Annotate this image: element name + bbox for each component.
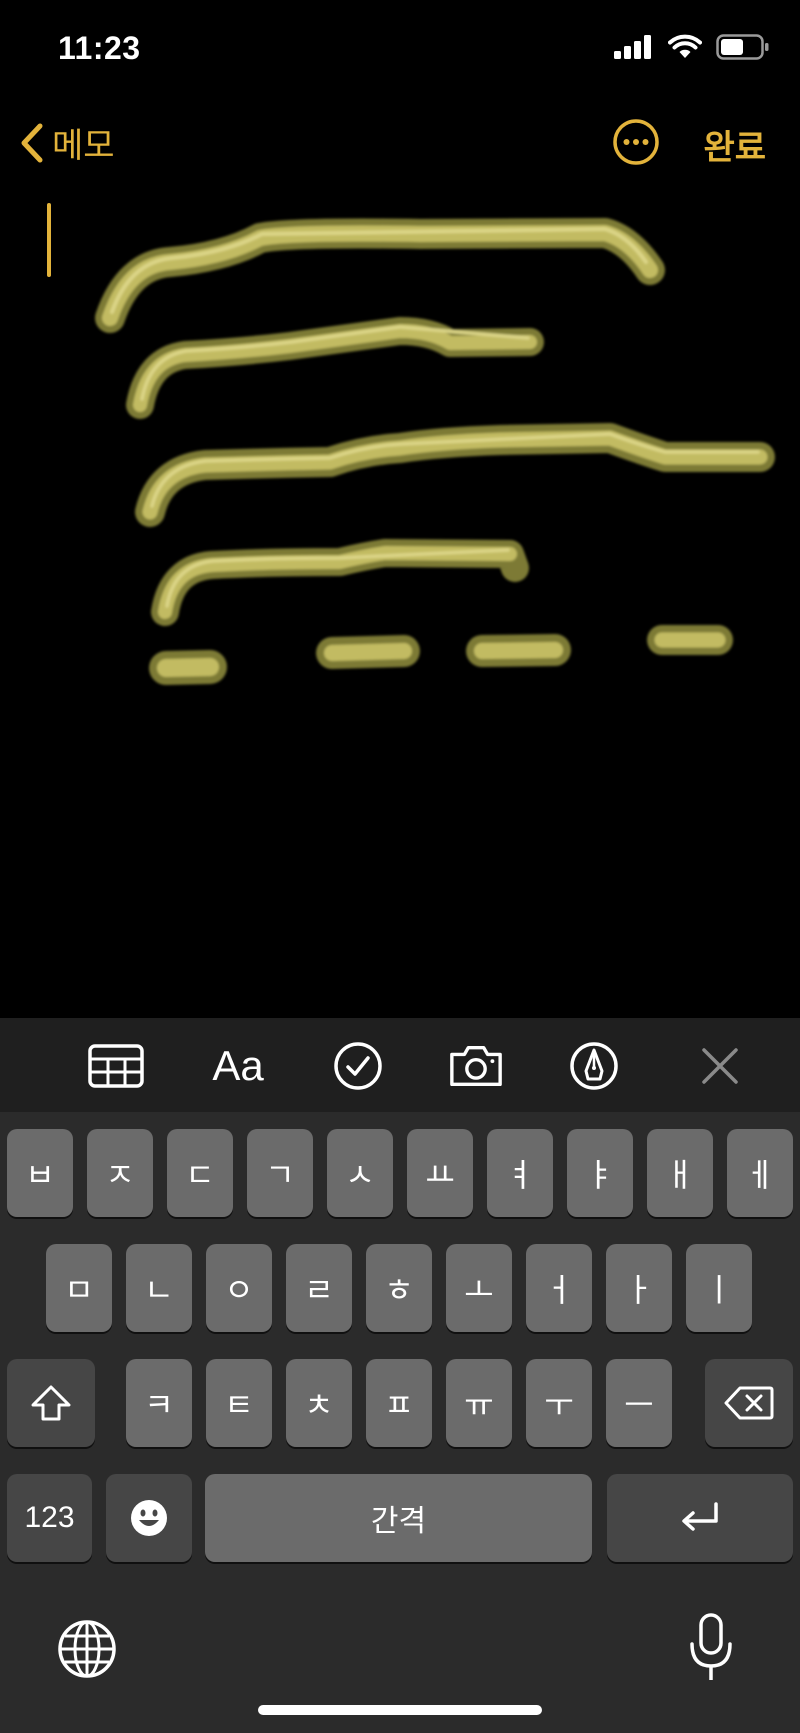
key-yo[interactable]: ㅛ	[407, 1129, 473, 1217]
microphone-icon	[690, 1613, 732, 1680]
table-icon	[88, 1044, 144, 1088]
backspace-icon	[724, 1386, 774, 1420]
key-p[interactable]: ㅍ	[366, 1359, 432, 1447]
return-arrow-icon	[682, 1502, 718, 1531]
return-key[interactable]	[607, 1474, 793, 1562]
key-eu[interactable]: ㅡ	[606, 1359, 672, 1447]
numbers-key-label: 123	[24, 1501, 75, 1534]
checklist-button[interactable]	[330, 1038, 386, 1094]
markup-button[interactable]	[566, 1038, 622, 1094]
checkmark-circle-icon	[334, 1042, 382, 1090]
key-h[interactable]: ㅎ	[366, 1244, 432, 1332]
emoji-key[interactable]	[106, 1474, 192, 1562]
home-indicator[interactable]	[258, 1705, 542, 1715]
space-key[interactable]: 간격	[205, 1474, 592, 1562]
camera-button[interactable]	[448, 1038, 504, 1094]
key-m[interactable]: ㅁ	[46, 1244, 112, 1332]
key-i[interactable]: ㅣ	[686, 1244, 752, 1332]
table-button[interactable]	[88, 1038, 144, 1094]
key-e[interactable]: ㅔ	[727, 1129, 793, 1217]
key-g[interactable]: ㄱ	[247, 1129, 313, 1217]
key-ch[interactable]: ㅊ	[286, 1359, 352, 1447]
key-d[interactable]: ㄷ	[167, 1129, 233, 1217]
camera-icon	[450, 1045, 502, 1087]
key-eo[interactable]: ㅓ	[526, 1244, 592, 1332]
key-a[interactable]: ㅏ	[606, 1244, 672, 1332]
stroke-line-1	[95, 218, 665, 333]
stroke-line-4	[151, 539, 529, 626]
key-j[interactable]: ㅈ	[87, 1129, 153, 1217]
key-t[interactable]: ㅌ	[206, 1359, 272, 1447]
key-o[interactable]: ㅗ	[446, 1244, 512, 1332]
emoji-icon	[131, 1500, 167, 1536]
pen-tip-circle-icon	[570, 1042, 618, 1090]
key-yu[interactable]: ㅠ	[446, 1359, 512, 1447]
key-k[interactable]: ㅋ	[126, 1359, 192, 1447]
key-yeo[interactable]: ㅕ	[487, 1129, 553, 1217]
format-button[interactable]: Aa	[210, 1038, 266, 1094]
format-label: Aa	[212, 1042, 264, 1089]
key-b[interactable]: ㅂ	[7, 1129, 73, 1217]
close-toolbar-button[interactable]	[692, 1038, 748, 1094]
numbers-key[interactable]: 123	[7, 1474, 92, 1562]
key-u[interactable]: ㅜ	[526, 1359, 592, 1447]
delete-key[interactable]	[705, 1359, 793, 1447]
stroke-dashes	[149, 625, 733, 685]
shift-key[interactable]	[7, 1359, 95, 1447]
stroke-line-2	[126, 317, 544, 419]
space-key-label: 간격	[370, 1505, 427, 1538]
close-icon	[702, 1048, 738, 1084]
key-n[interactable]: ㄴ	[126, 1244, 192, 1332]
key-ae[interactable]: ㅐ	[647, 1129, 713, 1217]
shift-arrow-icon	[31, 1385, 71, 1421]
dictation-button[interactable]	[686, 1612, 736, 1684]
key-s[interactable]: ㅅ	[327, 1129, 393, 1217]
key-r[interactable]: ㄹ	[286, 1244, 352, 1332]
stroke-line-3	[135, 423, 775, 527]
globe-icon	[58, 1620, 116, 1678]
notes-toolbar: Aa	[0, 1018, 800, 1112]
handwriting-drawing[interactable]	[0, 0, 800, 1010]
korean-keyboard: ㅂ ㅈ ㄷ ㄱ ㅅ ㅛ ㅕ ㅑ ㅐ ㅔ ㅁ ㄴ ㅇ ㄹ ㅎ ㅗ ㅓ ㅏ ㅣ ㅋ …	[0, 1112, 800, 1733]
globe-button[interactable]	[56, 1618, 118, 1680]
key-ya[interactable]: ㅑ	[567, 1129, 633, 1217]
key-ng[interactable]: ㅇ	[206, 1244, 272, 1332]
